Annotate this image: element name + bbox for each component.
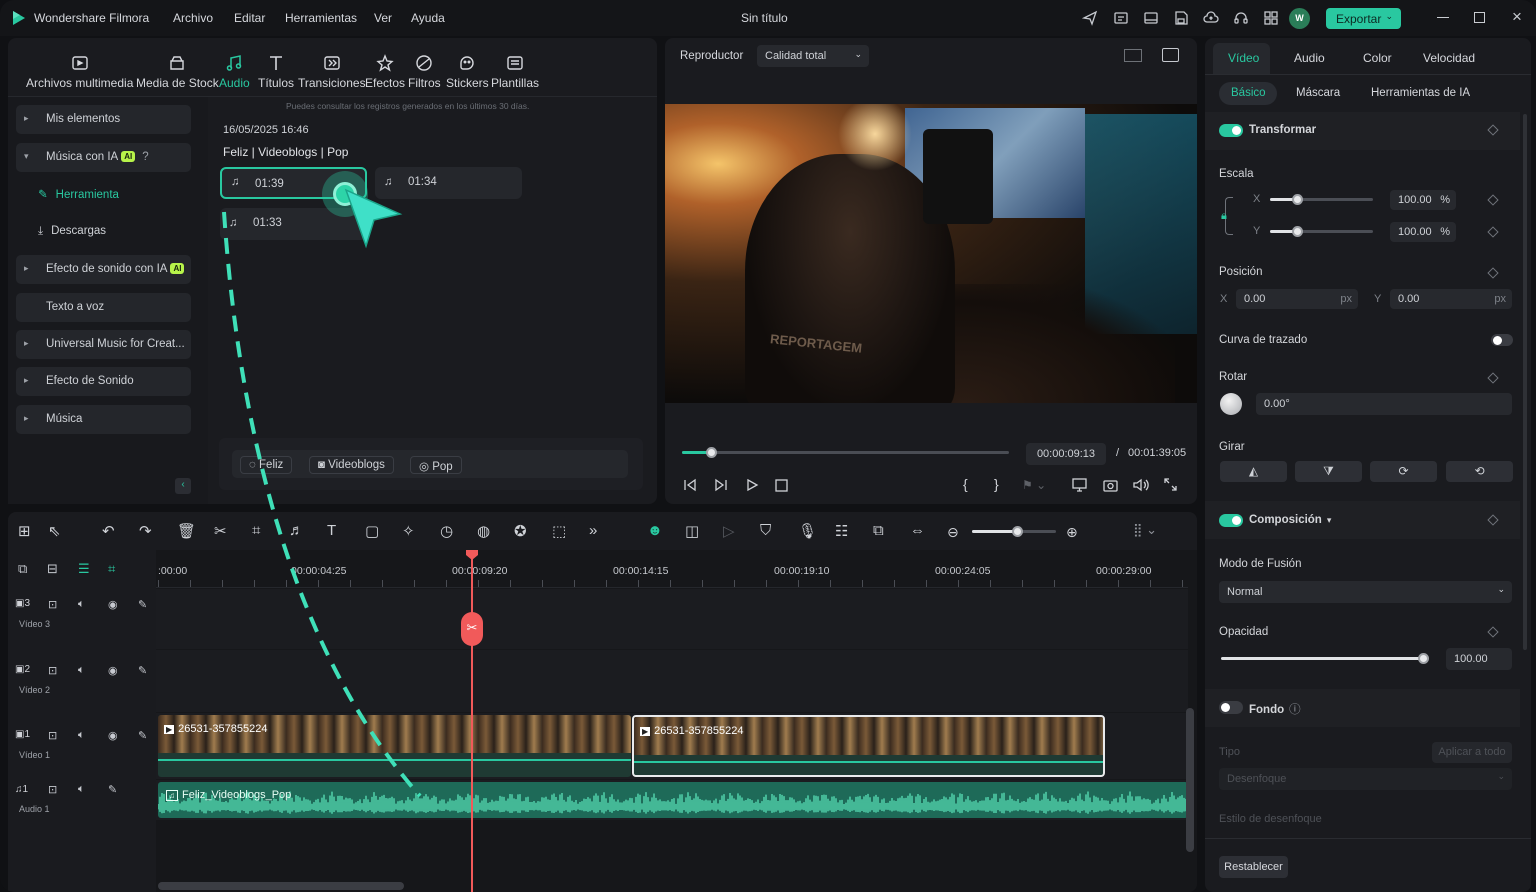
drag-guide-overlay bbox=[222, 211, 422, 798]
drag-path bbox=[222, 211, 422, 798]
cursor-arrow-icon bbox=[344, 188, 403, 249]
filmora-window: Wondershare Filmora Archivo Editar Herra… bbox=[0, 0, 1536, 892]
